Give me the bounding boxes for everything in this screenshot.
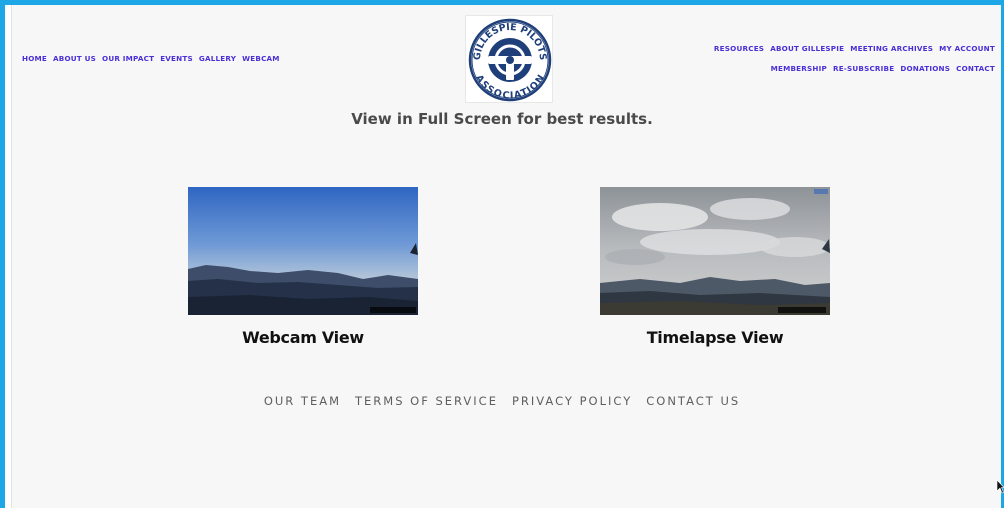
timelapse-view-card[interactable]: Timelapse View bbox=[600, 187, 830, 347]
nav-gallery[interactable]: GALLERY bbox=[199, 54, 236, 63]
nav-home[interactable]: HOME bbox=[22, 54, 47, 63]
timelapse-thumbnail[interactable] bbox=[600, 187, 830, 315]
webcam-view-title[interactable]: Webcam View bbox=[188, 328, 418, 347]
webcam-view-card[interactable]: Webcam View bbox=[188, 187, 418, 347]
mouse-cursor-icon bbox=[997, 480, 1004, 494]
nav-resources[interactable]: RESOURCES bbox=[714, 44, 764, 53]
nav-contact[interactable]: CONTACT bbox=[956, 64, 995, 73]
nav-our-impact[interactable]: OUR IMPACT bbox=[102, 54, 154, 63]
site-logo[interactable]: GILLESPIE PILOTS ASSOCIATION bbox=[465, 15, 553, 103]
nav-meeting-archives[interactable]: MEETING ARCHIVES bbox=[850, 44, 933, 53]
webcam-thumbnail[interactable] bbox=[188, 187, 418, 315]
nav-my-account[interactable]: MY ACCOUNT bbox=[939, 44, 995, 53]
nav-right: RESOURCES ABOUT GILLESPIE MEETING ARCHIV… bbox=[714, 44, 995, 73]
nav-membership[interactable]: MEMBERSHIP bbox=[771, 64, 827, 73]
footer-contact-us[interactable]: CONTACT US bbox=[646, 394, 740, 408]
nav-right-bottom-row: MEMBERSHIP RE-SUBSCRIBE DONATIONS CONTAC… bbox=[771, 64, 995, 73]
footer-privacy-policy[interactable]: PRIVACY POLICY bbox=[512, 394, 632, 408]
nav-re-subscribe[interactable]: RE-SUBSCRIBE bbox=[833, 64, 894, 73]
nav-donations[interactable]: DONATIONS bbox=[900, 64, 950, 73]
left-edge-strip bbox=[5, 5, 12, 508]
footer-our-team[interactable]: OUR TEAM bbox=[264, 394, 341, 408]
nav-about-gillespie[interactable]: ABOUT GILLESPIE bbox=[770, 44, 844, 53]
timelapse-view-title[interactable]: Timelapse View bbox=[600, 328, 830, 347]
nav-events[interactable]: EVENTS bbox=[160, 54, 193, 63]
page-tagline: View in Full Screen for best results. bbox=[351, 110, 653, 128]
footer-terms-of-service[interactable]: TERMS OF SERVICE bbox=[355, 394, 498, 408]
logo-emblem: GILLESPIE PILOTS ASSOCIATION bbox=[468, 18, 552, 102]
nav-left: HOME ABOUT US OUR IMPACT EVENTS GALLERY … bbox=[22, 54, 280, 63]
nav-right-top-row: RESOURCES ABOUT GILLESPIE MEETING ARCHIV… bbox=[714, 44, 995, 53]
footer-links: OUR TEAM TERMS OF SERVICE PRIVACY POLICY… bbox=[0, 394, 1004, 408]
nav-webcam[interactable]: WEBCAM bbox=[242, 54, 280, 63]
nav-about-us[interactable]: ABOUT US bbox=[53, 54, 96, 63]
